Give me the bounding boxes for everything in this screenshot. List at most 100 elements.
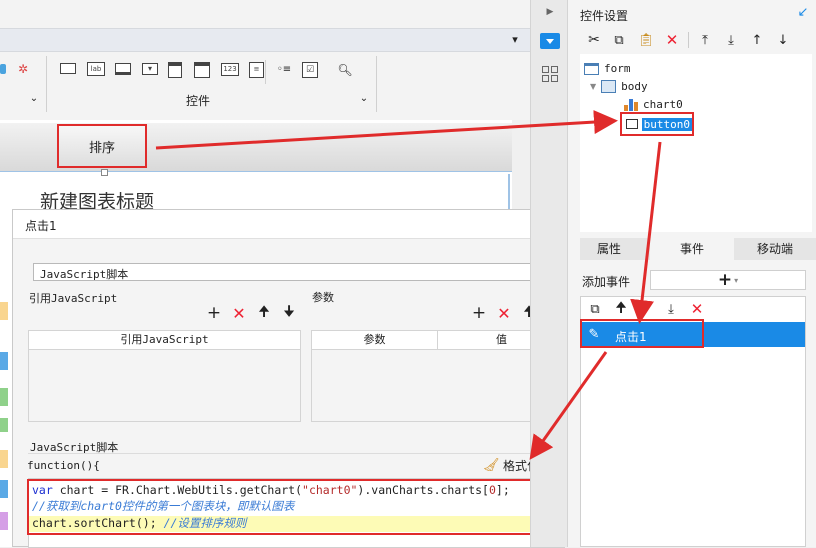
- chevron-down-icon[interactable]: ⌄: [358, 92, 370, 104]
- components-icon[interactable]: [542, 66, 558, 82]
- dialog-title: 点击1: [25, 219, 57, 233]
- calendar-widget-icon[interactable]: [194, 62, 210, 78]
- add-icon[interactable]: +: [206, 303, 222, 323]
- paste-icon[interactable]: 📋︎: [638, 32, 655, 48]
- script-type-value: JavaScript脚本: [40, 268, 129, 281]
- widget-settings-tab[interactable]: [540, 33, 560, 49]
- tab-properties[interactable]: 属性: [580, 238, 638, 260]
- params-header-row: 参数 值: [312, 331, 565, 350]
- move-top-icon[interactable]: ⤒: [697, 32, 713, 48]
- section-divider: [28, 453, 568, 454]
- label-widget-icon[interactable]: lab: [87, 62, 105, 76]
- chart-icon: [624, 98, 639, 111]
- chevron-down-icon: ▾: [734, 275, 739, 285]
- canvas-marker: [0, 352, 8, 370]
- move-bottom-icon[interactable]: ⤓: [723, 32, 739, 48]
- widget-settings-panel: 控件设置 ↙ ✂ ⧉ 📋︎ ✕ ⤒ ⤓ ↑ ↓ form ▼ body char…: [568, 0, 816, 547]
- partial-widget-icon[interactable]: [0, 64, 6, 74]
- sort-button[interactable]: 排序: [57, 124, 147, 168]
- move-down-icon[interactable]: ↓: [775, 32, 791, 48]
- button-widget-icon[interactable]: [60, 63, 76, 74]
- number-widget-icon[interactable]: 123: [221, 63, 239, 76]
- widget-tree: form ▼ body chart0 button0: [580, 54, 812, 232]
- button-widget-area: 排序: [0, 123, 512, 172]
- ref-js-column-header: 引用JavaScript: [29, 331, 300, 350]
- tree-node-label: form: [604, 62, 631, 75]
- params-table: 参数 值: [311, 330, 566, 422]
- params-column-header: 参数: [312, 331, 438, 349]
- canvas-marker: [0, 418, 8, 432]
- property-tabs: 属性 事件 移动端: [580, 238, 816, 260]
- canvas-marker: [0, 512, 8, 530]
- add-icon[interactable]: +: [471, 303, 487, 323]
- canvas-marker: [0, 450, 8, 468]
- checkbox-widget-icon[interactable]: ☑: [302, 62, 318, 78]
- delete-icon[interactable]: ✕: [664, 31, 680, 49]
- expand-icon[interactable]: ▼: [590, 82, 596, 91]
- widget-icon-row: lab ▾ 123 ≡ ◦≡ ☑ 🔍︎: [60, 62, 360, 78]
- sort-button-label: 排序: [88, 140, 115, 156]
- sidebar-strip: ▶: [530, 0, 568, 547]
- canvas-marker: [0, 302, 8, 320]
- move-up-icon[interactable]: 🠉: [613, 300, 629, 317]
- add-icon: +: [717, 270, 733, 290]
- code-highlight-box: [27, 479, 542, 535]
- ribbon-group-label: 控件: [186, 94, 211, 108]
- ribbon-separator: [46, 56, 47, 112]
- search-widget-icon[interactable]: 🔍︎: [337, 62, 353, 78]
- ribbon-separator: [376, 56, 377, 112]
- event-dialog: 点击1 JavaScript脚本 ▾ 引用JavaScript 参数 + ✕ 🠉…: [12, 209, 580, 548]
- button-widget-icon: [626, 119, 638, 129]
- tab-mobile[interactable]: 移动端: [734, 238, 816, 260]
- ref-js-section-label: 引用JavaScript: [29, 292, 118, 305]
- tree-node-button0[interactable]: button0: [620, 112, 694, 136]
- move-down-icon[interactable]: 🠋: [631, 300, 647, 317]
- copy-icon[interactable]: ⧉: [611, 32, 627, 48]
- tree-node-label: chart0: [643, 98, 683, 111]
- chevron-down-icon[interactable]: ⌄: [28, 92, 40, 104]
- radio-widget-icon[interactable]: ◦≡: [276, 62, 292, 78]
- combo-widget-icon[interactable]: ▾: [142, 63, 158, 75]
- tree-node-label: body: [621, 80, 648, 93]
- move-down-icon[interactable]: 🠋: [281, 304, 297, 321]
- form-icon: [584, 62, 599, 75]
- cut-icon[interactable]: ✂: [586, 32, 602, 48]
- canvas-marker: [0, 388, 8, 406]
- tree-node-label: button0: [641, 117, 692, 131]
- dialog-titlebar: 点击1: [13, 210, 579, 239]
- ribbon: ▾ ✲ ⌄ lab ▾ 123 ≡ ◦≡ ☑ 🔍︎ 控件 ⌄: [0, 0, 530, 120]
- ribbon-top-bar: ▾: [0, 28, 530, 52]
- list-widget-icon[interactable]: ≡: [249, 62, 264, 78]
- canvas-marker: [0, 480, 8, 498]
- resize-handle[interactable]: [101, 169, 108, 176]
- chevron-down-icon: [546, 38, 554, 44]
- params-section-label: 参数: [312, 291, 334, 304]
- tree-node-body[interactable]: ▼ body: [590, 80, 648, 93]
- tree-node-form[interactable]: form: [584, 62, 631, 75]
- event-item-highlight-box: [580, 319, 704, 348]
- broom-icon: 🧹︎: [482, 457, 500, 473]
- panel-title: 控件设置: [580, 9, 629, 23]
- delete-icon[interactable]: ✕: [496, 304, 512, 323]
- toolbar-separator: [688, 32, 689, 48]
- function-header: function(){: [27, 459, 100, 472]
- colorful-widget-icon[interactable]: ✲: [15, 61, 31, 77]
- body-icon: [601, 80, 617, 93]
- delete-icon[interactable]: ✕: [689, 300, 705, 318]
- dock-icon[interactable]: ↙: [796, 5, 810, 20]
- move-bottom-icon[interactable]: ⤓: [663, 301, 679, 317]
- copy-icon[interactable]: ⧉: [587, 301, 603, 317]
- pin-icon[interactable]: ▾: [508, 32, 522, 46]
- collapse-arrow-icon[interactable]: ▶: [545, 6, 555, 18]
- table-widget-icon[interactable]: [168, 62, 182, 78]
- script-type-select[interactable]: JavaScript脚本 ▾: [33, 263, 560, 281]
- ref-js-table: 引用JavaScript: [28, 330, 301, 422]
- add-event-label: 添加事件: [582, 275, 631, 289]
- add-event-button[interactable]: + ▾: [650, 270, 806, 290]
- move-up-icon[interactable]: 🠉: [256, 304, 272, 321]
- tree-node-chart0[interactable]: chart0: [624, 98, 683, 111]
- delete-icon[interactable]: ✕: [231, 304, 247, 323]
- text-widget-icon[interactable]: [115, 63, 131, 75]
- move-up-icon[interactable]: ↑: [749, 32, 765, 48]
- tab-events[interactable]: 事件: [650, 238, 734, 260]
